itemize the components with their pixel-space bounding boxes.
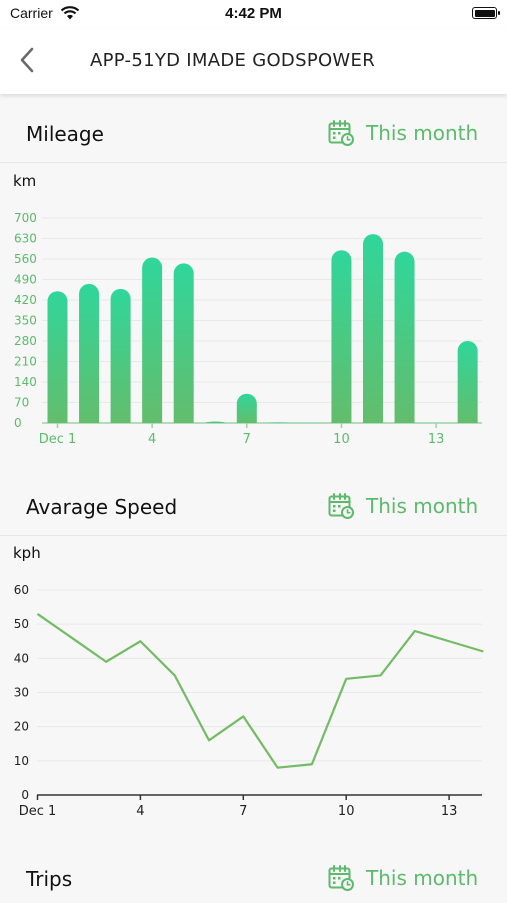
speed-title: Avarage Speed <box>26 495 178 519</box>
bar <box>331 250 352 423</box>
y-tick-label: 50 <box>14 617 29 631</box>
y-tick-label: 60 <box>14 583 29 597</box>
speed-line-chart: 0 10 20 30 40 50 60 Dec 1 4 7 10 13 <box>14 583 484 819</box>
mileage-header: Mileage This month <box>0 114 507 158</box>
y-tick-label: 40 <box>14 651 29 665</box>
x-tick-label: 10 <box>338 804 355 819</box>
bar <box>79 283 100 423</box>
bar <box>394 251 415 423</box>
trips-header: Trips This month <box>0 859 507 903</box>
trips-period-selector[interactable]: This month <box>366 866 478 890</box>
y-tick-label: 0 <box>14 416 22 430</box>
bar <box>457 341 478 423</box>
y-tick-label: 210 <box>14 355 37 369</box>
bar <box>47 291 68 423</box>
calendar-icon[interactable] <box>328 120 354 146</box>
x-tick-label: 10 <box>333 432 350 447</box>
y-tick-label: 10 <box>14 754 29 768</box>
calendar-icon[interactable] <box>328 865 354 891</box>
x-tick-label: 7 <box>239 804 247 819</box>
x-tick-label: 4 <box>148 432 156 447</box>
speed-unit-label: kph <box>13 544 41 562</box>
x-tick-label: 13 <box>428 432 445 447</box>
x-tick-label: 4 <box>136 804 144 819</box>
speed-header: Avarage Speed This month <box>0 487 507 531</box>
mileage-bar-chart: 0 70 140 210 280 350 420 490 560 630 700 Dec 1 4 7 10 1… <box>14 211 482 447</box>
bar <box>236 393 257 423</box>
x-tick-label: Dec 1 <box>39 432 77 447</box>
y-tick-label: 0 <box>21 788 29 802</box>
divider <box>0 162 507 163</box>
y-tick-label: 350 <box>14 314 37 328</box>
page-title: APP-51YD IMADE GODSPOWER <box>90 50 376 71</box>
y-tick-label: 20 <box>14 720 29 734</box>
divider <box>0 535 507 536</box>
speed-line <box>36 613 484 769</box>
y-tick-label: 280 <box>14 334 37 348</box>
bar <box>142 257 163 423</box>
speed-period-selector[interactable]: This month <box>366 494 478 518</box>
bar <box>363 234 383 423</box>
mileage-title: Mileage <box>26 122 104 146</box>
status-bar: Carrier 4:42 PM <box>0 0 507 28</box>
mileage-unit-label: km <box>13 172 37 190</box>
y-tick-label: 560 <box>14 252 37 266</box>
chevron-left-icon <box>20 47 34 73</box>
back-button[interactable] <box>16 46 40 74</box>
y-tick-label: 70 <box>14 396 29 410</box>
status-time: 4:42 PM <box>225 5 282 22</box>
trips-title: Trips <box>26 867 73 891</box>
calendar-icon[interactable] <box>328 493 354 519</box>
x-tick-label: 7 <box>243 432 251 447</box>
y-tick-label: 140 <box>14 375 37 389</box>
bar <box>173 263 194 423</box>
bar <box>110 288 131 423</box>
y-tick-label: 30 <box>14 686 29 700</box>
y-tick-label: 700 <box>14 211 37 225</box>
x-tick-label: Dec 1 <box>19 804 57 819</box>
mileage-period-selector[interactable]: This month <box>366 121 478 145</box>
bar <box>205 421 226 423</box>
nav-bar: APP-51YD IMADE GODSPOWER <box>0 28 507 94</box>
y-tick-label: 420 <box>14 293 37 307</box>
y-tick-label: 490 <box>14 273 37 287</box>
x-tick-label: 13 <box>441 804 458 819</box>
battery-icon <box>472 7 500 19</box>
y-tick-label: 630 <box>14 232 37 246</box>
